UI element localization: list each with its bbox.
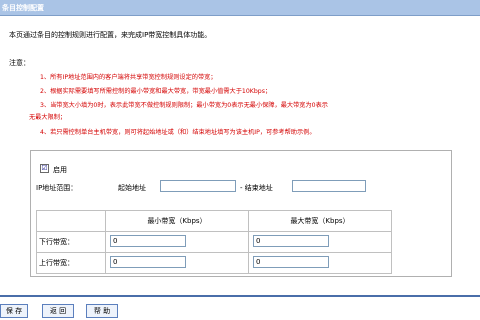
uplink-label: 上行带宽：: [36, 252, 106, 274]
ip-range-label: IP地址范围：: [36, 184, 78, 192]
notes-label: 注意：: [9, 59, 30, 67]
uplink-max-input[interactable]: [253, 256, 329, 268]
save-button[interactable]: 保 存: [0, 304, 28, 318]
start-address-label: 起始地址: [118, 184, 146, 192]
max-bandwidth-header: 最大带宽（Kbps）: [248, 210, 392, 232]
table-row: 上行带宽：: [36, 252, 392, 274]
start-address-input[interactable]: [160, 180, 236, 192]
note-item: 2、根据实际需要填写所需控制的最小带宽和最大带宽，带宽最小值需大于10Kbps；: [40, 88, 272, 95]
enable-label: 启用: [53, 166, 67, 174]
uplink-max-cell: [248, 252, 392, 274]
note-item: 4、若只需控制单台主机带宽，则可将起始地址或（和）结束地址填写为该主机IP，可参…: [40, 129, 316, 136]
downlink-max-input[interactable]: [253, 235, 329, 247]
note-item-continued: 无最大限制；: [29, 114, 67, 121]
downlink-min-cell: [105, 231, 249, 253]
table-row: 下行带宽：: [36, 231, 392, 253]
title-bar: 条目控制配置: [0, 0, 480, 16]
enable-checkbox[interactable]: ☑: [40, 164, 49, 173]
table-header-row: 最小带宽（Kbps） 最大带宽（Kbps）: [36, 210, 392, 232]
downlink-min-input[interactable]: [110, 235, 186, 247]
bandwidth-table: 最小带宽（Kbps） 最大带宽（Kbps） 下行带宽： 上行带宽：: [36, 210, 392, 274]
note-item: 1、所有IP地址范围内的客户端将共享带宽控制规则设定的带宽；: [40, 74, 217, 81]
intro-text: 本页通过条目的控制规则进行配置，来完成IP带宽控制具体功能。: [9, 31, 212, 39]
bandwidth-control-page: 条目控制配置 本页通过条目的控制规则进行配置，来完成IP带宽控制具体功能。 注意…: [0, 0, 480, 320]
footer-divider: [0, 295, 480, 297]
uplink-min-cell: [105, 252, 249, 274]
back-button[interactable]: 返 回: [42, 304, 74, 318]
min-bandwidth-header: 最小带宽（Kbps）: [105, 210, 249, 232]
uplink-min-input[interactable]: [110, 256, 186, 268]
note-item: 3、当带宽大小填为0时，表示此带宽不做控制规则限制；最小带宽为0表示无最小保障，…: [40, 102, 328, 109]
end-address-label: - 结束地址: [240, 184, 273, 192]
table-corner-cell: [36, 210, 106, 232]
help-button[interactable]: 帮 助: [86, 304, 118, 318]
page-title: 条目控制配置: [2, 4, 44, 12]
end-address-input[interactable]: [292, 180, 366, 192]
downlink-label: 下行带宽：: [36, 231, 106, 253]
downlink-max-cell: [248, 231, 392, 253]
